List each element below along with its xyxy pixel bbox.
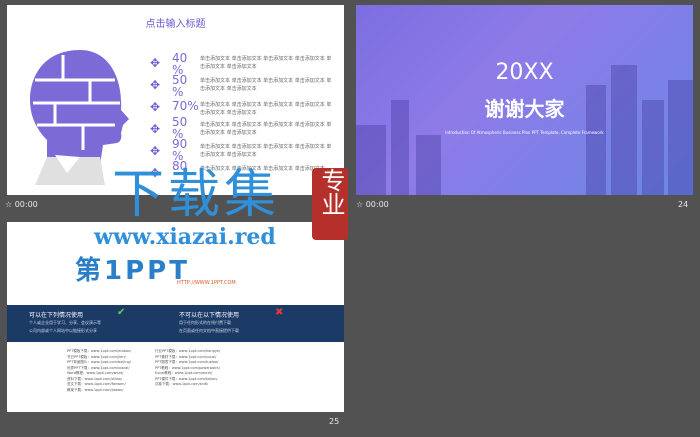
slide-time: 00:00 xyxy=(365,200,389,209)
puzzle-icon: ✥ xyxy=(150,78,161,92)
slide-title: 点击输入标题 xyxy=(145,19,206,30)
city-building xyxy=(356,125,386,195)
row-text: 单击添加文本 单击添加文本 单击添加文本 单击添加文本 单击添加文本 单击添加文… xyxy=(200,56,332,70)
slide-year: 20XX xyxy=(495,60,554,85)
percent-unit: % xyxy=(172,85,184,99)
can-use-title: 可以在下列情况使用 xyxy=(29,312,84,319)
link-item[interactable]: PPT图表下载：www.1ppt.com/tubiao/ xyxy=(155,360,220,366)
puzzle-icon: ✥ xyxy=(150,56,161,70)
cannot-use-line: 在页面或任何文档中直接提供下载 xyxy=(179,328,239,333)
slide-thumbnail-24[interactable]: 20XX 谢谢大家 Introduction Of Atmospheric Bu… xyxy=(356,5,693,195)
link-item[interactable]: 行业PPT模板：www.1ppt.com/hangye/ xyxy=(155,349,220,355)
can-use-line: 公司内部或个人网站中以链接形式分享 xyxy=(29,328,97,333)
transition-icon: ☆ xyxy=(356,200,366,209)
slide-timing-24: ☆ 00:00 xyxy=(356,200,389,209)
cannot-use-title: 不可以在以下情况使用 xyxy=(179,312,240,319)
seal-text: 专业 xyxy=(317,168,345,216)
can-use-line: 个人或企业用于学习、分享、会议演示等 xyxy=(29,320,101,325)
slide-time: 00:00 xyxy=(14,200,38,209)
row-text: 单击添加文本 单击添加文本 单击添加文本 单击添加文本 单击添加文本 单击添加文… xyxy=(200,78,332,92)
row-text: 单击添加文本 单击添加文本 单击添加文本 单击添加文本 单击添加文本 单击添加文… xyxy=(200,102,332,116)
link-item[interactable]: 教案下载：www.1ppt.com/jiaoan/ xyxy=(67,388,131,394)
row-text: 单击添加文本 单击添加文本 单击添加文本 单击添加文本 单击添加文本 单击添加文… xyxy=(200,122,332,136)
logo-url: HTTP://WWW.1PPT.COM xyxy=(177,280,236,286)
link-item[interactable]: PPT模板下载：www.1ppt.com/moban/ xyxy=(67,349,131,355)
link-item[interactable]: PPT背景图片：www.1ppt.com/beijing/ xyxy=(67,360,131,366)
transition-icon: ☆ xyxy=(5,200,15,209)
watermark-title: 下载集 xyxy=(112,165,281,225)
logo-1ppt: 第1PPT xyxy=(75,256,190,286)
link-item[interactable]: Word教程：www.1ppt.com/word/ xyxy=(67,371,131,377)
slide-timing-23: ☆ 00:00 xyxy=(5,200,38,209)
watermark-url: www.xiazai.red xyxy=(94,224,276,250)
thanks-heading: 谢谢大家 xyxy=(484,97,565,121)
puzzle-icon: ✥ xyxy=(150,100,161,114)
check-icon: ✔ xyxy=(117,307,126,318)
slide-number-25: 25 xyxy=(329,417,340,426)
percent-value: 70% xyxy=(172,99,199,113)
usage-banner: 可以在下列情况使用 ✔ 个人或企业用于学习、分享、会议演示等 公司内部或个人网站… xyxy=(7,305,344,342)
link-item[interactable]: 试卷下载：www.1ppt.com/shiti/ xyxy=(155,382,220,388)
city-building xyxy=(416,135,441,195)
links-right: 行业PPT模板：www.1ppt.com/hangye/ PPT素材下载：www… xyxy=(155,349,220,388)
slide-thumbnail-25[interactable]: 第1PPT HTTP://WWW.1PPT.COM 可以在下列情况使用 ✔ 个人… xyxy=(7,222,344,412)
puzzle-icon: ✥ xyxy=(150,122,161,136)
slide-subtitle: Introduction Of Atmospheric Business Pla… xyxy=(445,130,604,135)
watermark-seal: 专业 xyxy=(312,168,348,240)
cross-icon: ✖ xyxy=(275,307,284,318)
cannot-use-line: 用于任何形式的在线付费下载 xyxy=(179,320,231,325)
link-item[interactable]: Excel教程：www.1ppt.com/excel/ xyxy=(155,371,220,377)
link-item[interactable]: 范文下载：www.1ppt.com/fanwen/ xyxy=(67,382,131,388)
links-left: PPT模板下载：www.1ppt.com/moban/ 节日PPT模板：www.… xyxy=(67,349,131,393)
slide-number-24: 24 xyxy=(678,200,689,209)
